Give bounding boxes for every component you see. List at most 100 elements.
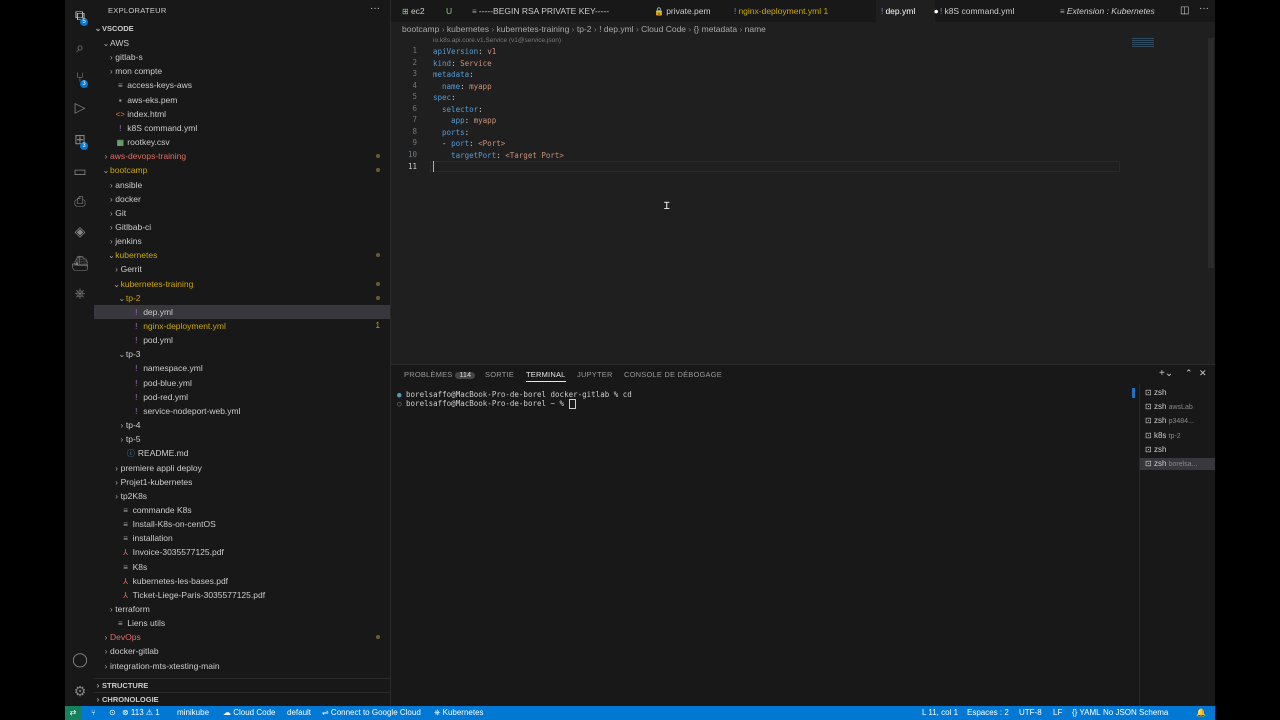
- tab-output[interactable]: SORTIE: [485, 370, 514, 379]
- code-line[interactable]: app: myapp: [433, 115, 496, 127]
- tree-item[interactable]: ⌄kubernetes-training: [94, 277, 390, 291]
- terminal-list-item[interactable]: ⊡ zsh: [1140, 387, 1215, 399]
- tree-item[interactable]: ! namespace.yml: [94, 361, 390, 375]
- tree-item[interactable]: ⌄AWS: [94, 36, 390, 50]
- docker-icon[interactable]: ⛴: [70, 254, 90, 272]
- editor-scrollbar[interactable]: [1208, 38, 1214, 268]
- status-left-item[interactable]: default: [287, 706, 311, 720]
- notifications-icon[interactable]: 🔔: [1196, 706, 1206, 720]
- code-line[interactable]: ports:: [433, 127, 469, 139]
- explorer-icon[interactable]: ⧉ 5: [70, 6, 90, 26]
- tree-item[interactable]: › aws-devops-training: [94, 149, 390, 163]
- editor-area[interactable]: [391, 22, 1215, 364]
- breadcrumb-item[interactable]: ! dep.yml: [599, 24, 634, 34]
- tree-item[interactable]: ⓘ README.md: [94, 446, 390, 460]
- tree-item[interactable]: › Gitlbab-ci: [94, 220, 390, 234]
- tree-item[interactable]: ≡ Liens utils: [94, 616, 390, 630]
- tree-item[interactable]: › tp-4: [94, 418, 390, 432]
- tree-item[interactable]: › Git: [94, 206, 390, 220]
- minimap[interactable]: [1132, 38, 1154, 48]
- terminal-list-item[interactable]: ⊡ zsh awsLab: [1140, 401, 1215, 413]
- status-right-item[interactable]: L 11, col 1: [922, 706, 958, 720]
- tree-item[interactable]: ▦ rootkey.csv: [94, 135, 390, 149]
- status-right-item[interactable]: Espaces : 2: [967, 706, 1009, 720]
- editor-tab[interactable]: ! dep.yml ●: [876, 0, 939, 22]
- editor-tab[interactable]: ! nginx-deployment.yml 1: [729, 0, 876, 22]
- split-editor-icon[interactable]: ◫: [1180, 5, 1189, 16]
- cloud-code-icon[interactable]: ◈: [70, 222, 90, 240]
- workspace-root[interactable]: ⌄VSCODE: [94, 22, 390, 36]
- tree-item[interactable]: ! pod-blue.yml: [94, 376, 390, 390]
- tree-item[interactable]: ≡ access-keys-aws: [94, 78, 390, 92]
- code-line[interactable]: selector:: [433, 104, 483, 116]
- terminal-list-item[interactable]: ⊡ zsh: [1140, 444, 1215, 456]
- tree-item[interactable]: › ansible: [94, 178, 390, 192]
- tree-item[interactable]: ! pod-red.yml: [94, 390, 390, 404]
- tree-item[interactable]: › tp-5: [94, 432, 390, 446]
- breadcrumb-item[interactable]: kubernetes-training: [497, 24, 570, 34]
- code-line[interactable]: kind: Service: [433, 58, 492, 70]
- remote-icon[interactable]: ⇄: [65, 706, 81, 720]
- remote-explorer-icon[interactable]: ▭: [70, 162, 90, 180]
- tree-item[interactable]: › integration-mts-xtesting-main: [94, 659, 390, 673]
- tree-item[interactable]: ⌄bootcamp: [94, 163, 390, 177]
- editor-tab[interactable]: ≡ Extension : Kubernetes: [1055, 0, 1171, 22]
- tree-item[interactable]: ⌄kubernetes: [94, 248, 390, 262]
- status-right-item[interactable]: No JSON Schema: [1103, 706, 1168, 720]
- code-line[interactable]: metadata:: [433, 69, 474, 81]
- maximize-panel-icon[interactable]: ⌃: [1185, 368, 1193, 379]
- breadcrumb-item[interactable]: tp-2: [577, 24, 592, 34]
- terminal-list-item[interactable]: ⊡ k8s tp-2: [1140, 430, 1215, 442]
- tree-item[interactable]: ! k8S command.yml: [94, 121, 390, 135]
- timeline-section[interactable]: › CHRONOLOGIE: [94, 692, 390, 707]
- tree-item[interactable]: › DevOps: [94, 630, 390, 644]
- tab-problems[interactable]: PROBLÈMES 114: [404, 370, 476, 379]
- code-line[interactable]: - port: <Port>: [433, 138, 505, 150]
- more-actions-icon[interactable]: ···: [1199, 3, 1209, 14]
- tree-item[interactable]: ! nginx-deployment.yml 1: [94, 319, 390, 333]
- tree-item[interactable]: ≡ commande K8s: [94, 503, 390, 517]
- tree-item[interactable]: <> index.html: [94, 107, 390, 121]
- editor-tab[interactable]: ⊞ ec2: [397, 0, 441, 22]
- status-left-item[interactable]: ⇌ Connect to Google Cloud: [322, 706, 421, 720]
- tree-item[interactable]: ⌄tp-3: [94, 347, 390, 361]
- new-terminal-icon[interactable]: +⌄: [1159, 368, 1173, 379]
- tree-item[interactable]: ≡ installation: [94, 531, 390, 545]
- code-line[interactable]: name: myapp: [433, 81, 492, 93]
- kubernetes-icon[interactable]: ⎈: [70, 284, 90, 302]
- tab-debug-console[interactable]: CONSOLE DE DÉBOGAGE: [624, 370, 722, 379]
- sync-icon[interactable]: ⊙: [109, 706, 116, 720]
- tree-item[interactable]: ⅄ Ticket-Liege-Paris-3035577125.pdf: [94, 588, 390, 602]
- tree-item[interactable]: ! pod.yml: [94, 333, 390, 347]
- source-control-icon[interactable]: ⑂ 3: [70, 68, 90, 88]
- testing-icon[interactable]: ⎙: [70, 192, 90, 210]
- status-left-item[interactable]: ☁ Cloud Code: [223, 706, 275, 720]
- tree-item[interactable]: ⅄ kubernetes-les-bases.pdf: [94, 574, 390, 588]
- more-actions-icon[interactable]: ···: [370, 3, 380, 14]
- editor-tab[interactable]: ≡ -----BEGIN RSA PRIVATE KEY-----: [467, 0, 649, 22]
- terminal-list-item[interactable]: ⊡ zsh borelsa...: [1140, 458, 1215, 470]
- terminal-list-item[interactable]: ⊡ zsh p3484...: [1140, 415, 1215, 427]
- status-right-item[interactable]: LF: [1053, 706, 1062, 720]
- tree-item[interactable]: ▪ aws-eks.pem: [94, 93, 390, 107]
- tree-item[interactable]: › gitlab-s: [94, 50, 390, 64]
- breadcrumb-item[interactable]: Cloud Code: [641, 24, 686, 34]
- tree-item[interactable]: › terraform: [94, 602, 390, 616]
- search-icon[interactable]: ⌕: [70, 38, 90, 56]
- tree-item[interactable]: › Gerrit: [94, 262, 390, 276]
- breadcrumb-item[interactable]: {} metadata: [694, 24, 737, 34]
- extensions-icon[interactable]: ⊞ 3: [70, 130, 90, 150]
- editor-tab[interactable]: 🔒 private.pem: [649, 0, 729, 22]
- tree-item[interactable]: › mon compte: [94, 64, 390, 78]
- tree-item[interactable]: ≡ K8s: [94, 560, 390, 574]
- status-right-item[interactable]: UTF-8: [1019, 706, 1042, 720]
- tree-item[interactable]: › Projet1-kubernetes: [94, 475, 390, 489]
- tree-item[interactable]: › docker-gitlab: [94, 644, 390, 658]
- tree-item[interactable]: › docker: [94, 192, 390, 206]
- structure-section[interactable]: › STRUCTURE: [94, 678, 390, 693]
- tab-terminal[interactable]: TERMINAL: [526, 370, 566, 382]
- tree-item[interactable]: ≡ Install-K8s-on-centOS: [94, 517, 390, 531]
- status-left-item[interactable]: ⊗ 113 ⚠ 1: [122, 706, 160, 720]
- tree-item[interactable]: ! service-nodeport-web.yml: [94, 404, 390, 418]
- editor-tab[interactable]: U: [441, 0, 467, 22]
